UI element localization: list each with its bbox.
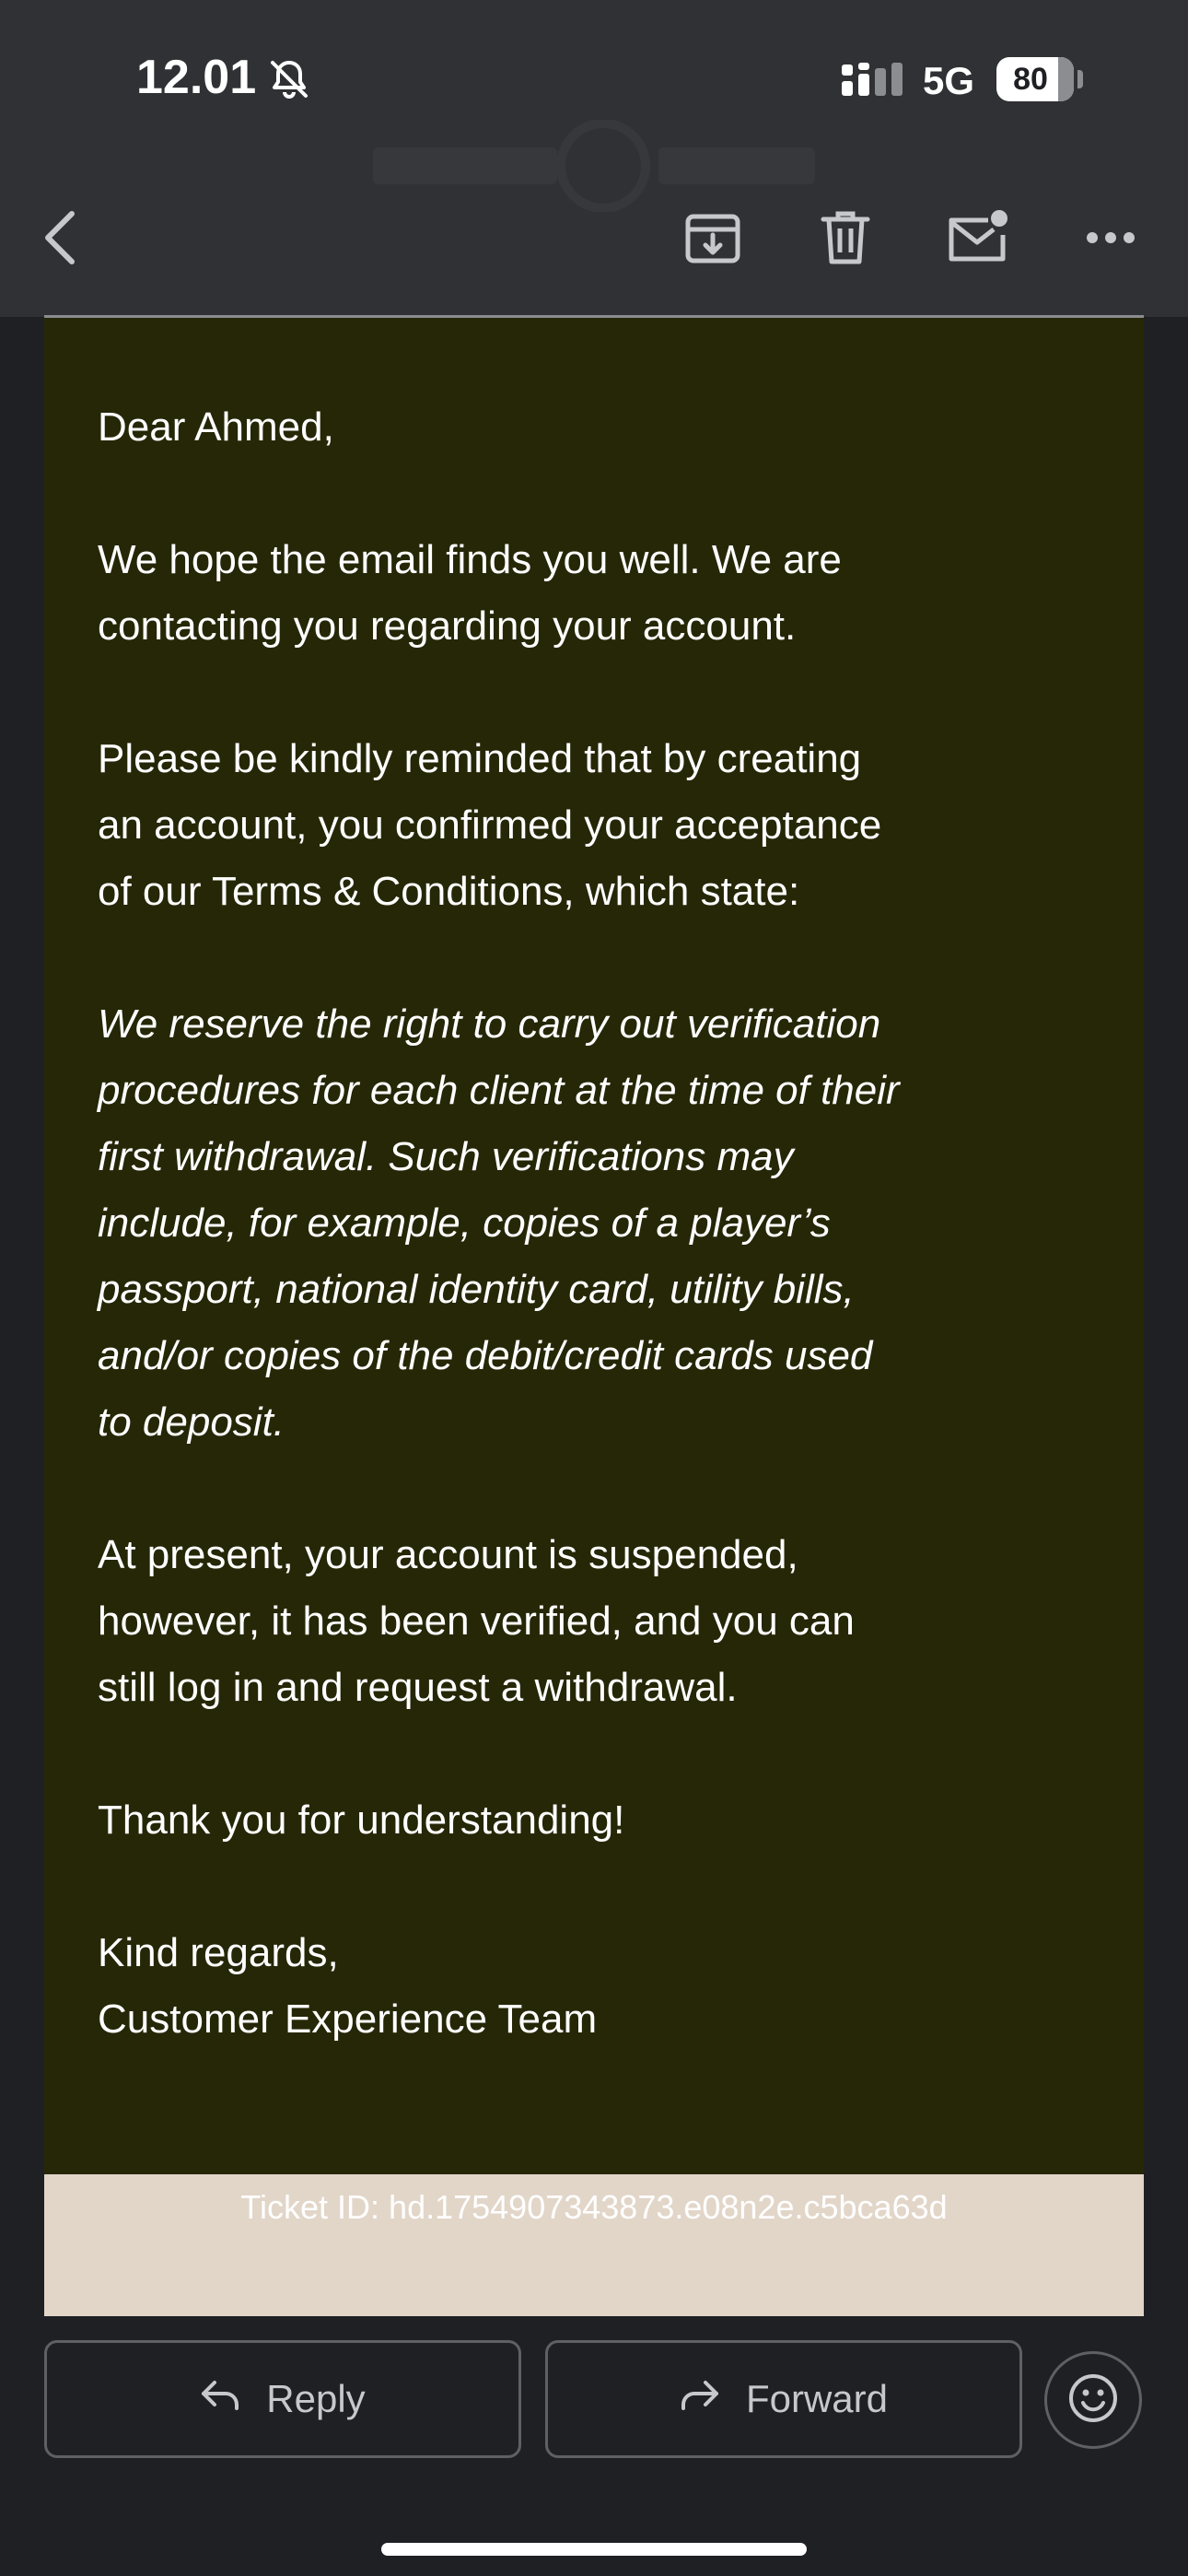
email-message: Dear Ahmed, We hope the email finds you … (98, 394, 1074, 2053)
email-greeting: Dear Ahmed, (98, 404, 334, 450)
battery-cap (1077, 70, 1083, 88)
text-line: of our Terms & Conditions, which state: (98, 869, 800, 914)
text-line: procedures for each client at the time o… (98, 1068, 900, 1113)
text-line: contacting you regarding your account. (98, 603, 797, 649)
text-line: At present, your account is suspended, (98, 1532, 798, 1577)
reply-icon (200, 2377, 266, 2421)
archive-icon (684, 209, 741, 271)
cellular-signal-icon (842, 63, 906, 100)
header-divider (44, 315, 1144, 318)
text-line: an account, you confirmed your acceptanc… (98, 802, 882, 848)
reply-label: Reply (266, 2377, 366, 2420)
mail-unread-icon (946, 209, 1010, 271)
text-line: and/or copies of the debit/credit cards … (98, 1333, 873, 1378)
bell-muted-icon (267, 57, 311, 106)
status-time: 12.01 (136, 51, 257, 104)
text-line: still log in and request a withdrawal. (98, 1665, 738, 1710)
reply-button[interactable]: Reply (44, 2340, 521, 2458)
terms-quote: We reserve the right to carry out verifi… (98, 991, 1074, 1456)
battery-percentage: 80 (1013, 62, 1048, 97)
text-line: first withdrawal. Such verifications may (98, 1134, 794, 1179)
email-paragraph-1: We hope the email finds you well. We are… (98, 527, 1074, 660)
email-paragraph-2: Please be kindly reminded that by creati… (98, 726, 1074, 925)
text-line: include, for example, copies of a player… (98, 1200, 831, 1246)
network-type: 5G (923, 59, 975, 102)
sender-logo-watermark (373, 119, 815, 217)
forward-label: Forward (745, 2377, 889, 2420)
text-line: however, it has been verified, and you c… (98, 1598, 855, 1644)
more-horizontal-icon (1085, 230, 1136, 250)
more-options-button[interactable] (1076, 205, 1146, 275)
home-indicator[interactable] (381, 2543, 807, 2556)
text-line: Please be kindly reminded that by creati… (98, 736, 862, 781)
battery-indicator: 80 (996, 57, 1074, 101)
email-signature: Customer Experience Team (98, 1996, 598, 2042)
back-button[interactable] (26, 205, 96, 275)
email-thanks: Thank you for understanding! (98, 1797, 625, 1843)
trash-icon (820, 208, 871, 272)
top-app-bar: 12.01 5G 80 (0, 0, 1188, 317)
archive-button[interactable] (678, 205, 748, 275)
delete-button[interactable] (810, 205, 880, 275)
email-view-screen: 12.01 5G 80 Dear Ahmed, We hope the emai… (0, 0, 1188, 2576)
email-paragraph-3: At present, your account is suspended, h… (98, 1522, 1074, 1721)
forward-button[interactable]: Forward (545, 2340, 1022, 2458)
text-line: to deposit. (98, 1399, 285, 1445)
chevron-left-icon (39, 208, 83, 272)
text-line: passport, national identity card, utilit… (98, 1267, 855, 1312)
ticket-id: Ticket ID: hd.1754907343873.e08n2e.c5bca… (240, 2188, 948, 2226)
emoji-reaction-button[interactable] (1044, 2351, 1142, 2449)
smiley-icon (1067, 2372, 1119, 2429)
text-line: We reserve the right to carry out verifi… (98, 1001, 881, 1047)
mark-unread-button[interactable] (943, 205, 1013, 275)
forward-icon (680, 2377, 746, 2421)
email-signoff: Kind regards, Customer Experience Team (98, 1920, 1074, 2053)
text-line: We hope the email finds you well. We are (98, 537, 842, 582)
email-closing: Kind regards, (98, 1930, 339, 1975)
